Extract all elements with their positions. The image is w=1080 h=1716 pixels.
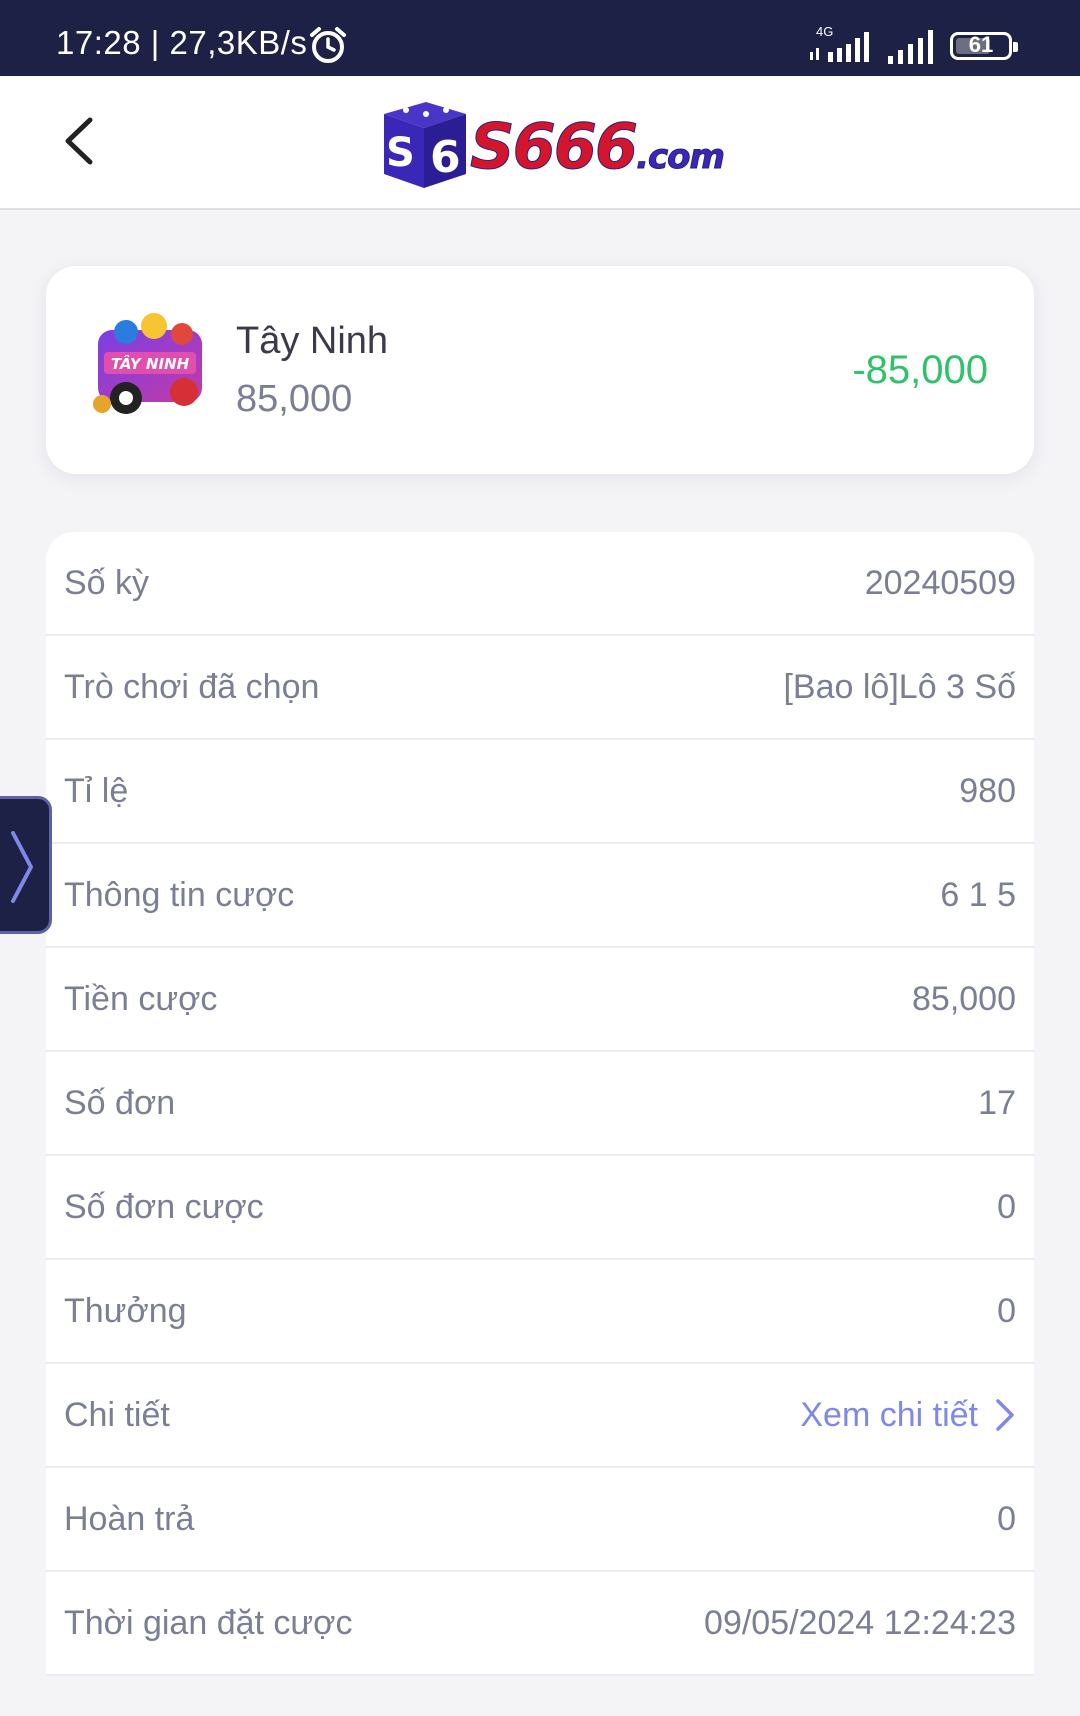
- game-summary-card: TÂY NINH Tây Ninh 85,000 -85,000: [46, 266, 1034, 474]
- bet-details-list: Số kỳ 20240509 Trò chơi đã chọn [Bao lô]…: [46, 532, 1034, 1676]
- signal-4g-icon: 4G: [810, 24, 869, 62]
- logo-text-suffix: .com: [636, 137, 726, 178]
- network-label: 4G: [816, 24, 833, 39]
- detail-value: 0: [997, 1187, 1016, 1226]
- detail-label: Thưởng: [64, 1291, 187, 1330]
- chevron-right-icon[interactable]: [7, 827, 37, 907]
- logo-text: S666.com: [469, 110, 726, 184]
- signal-icon: [888, 30, 933, 64]
- detail-label: Số đơn: [64, 1083, 176, 1122]
- battery-icon: 61: [950, 32, 1018, 60]
- detail-value: 17: [978, 1083, 1016, 1122]
- detail-row-reward: Thưởng 0: [46, 1260, 1034, 1364]
- logo-text-prefix: S666: [469, 110, 638, 184]
- detail-value: 85,000: [912, 979, 1016, 1018]
- detail-label: Hoàn trả: [64, 1499, 195, 1538]
- detail-value: 09/05/2024 12:24:23: [704, 1603, 1016, 1642]
- dice-logo-icon: S 6: [384, 102, 466, 188]
- game-result: -85,000: [852, 348, 988, 392]
- detail-value: 6 1 5: [940, 875, 1016, 914]
- detail-value: [Bao lô]Lô 3 Số: [783, 667, 1016, 706]
- view-details-link[interactable]: Xem chi tiết: [800, 1396, 1016, 1435]
- detail-row-odds: Tỉ lệ 980: [46, 740, 1034, 844]
- detail-row-bet-info: Thông tin cược 6 1 5: [46, 844, 1034, 948]
- detail-label: Thông tin cược: [64, 875, 295, 914]
- chevron-right-icon[interactable]: [994, 1397, 1016, 1433]
- battery-level: 61: [968, 32, 994, 57]
- game-name: Tây Ninh: [236, 320, 389, 362]
- game-icon-text: TÂY NINH: [111, 354, 190, 373]
- detail-row-period: Số kỳ 20240509: [46, 532, 1034, 636]
- detail-value: 0: [997, 1499, 1016, 1538]
- detail-label: Trò chơi đã chọn: [64, 667, 320, 706]
- detail-row-order-count: Số đơn 17: [46, 1052, 1034, 1156]
- detail-row-details[interactable]: Chi tiết Xem chi tiết: [46, 1364, 1034, 1468]
- detail-label: Tỉ lệ: [64, 771, 129, 810]
- detail-label: Số đơn cược: [64, 1187, 264, 1226]
- s666-logo: S 6 S666.com: [374, 100, 725, 192]
- view-details-label[interactable]: Xem chi tiết: [800, 1396, 978, 1435]
- detail-row-bet-time: Thời gian đặt cược 09/05/2024 12:24:23: [46, 1572, 1034, 1676]
- detail-row-bet-order-count: Số đơn cược 0: [46, 1156, 1034, 1260]
- detail-label: Chi tiết: [64, 1395, 170, 1434]
- svg-text:S: S: [386, 130, 415, 176]
- detail-value: 0: [997, 1291, 1016, 1330]
- alarm-icon: [310, 27, 346, 63]
- detail-row-refund: Hoàn trả 0: [46, 1468, 1034, 1572]
- status-time-speed: 17:28 | 27,3KB/s: [56, 24, 308, 61]
- detail-label: Thời gian đặt cược: [64, 1603, 353, 1642]
- app-header: S 6 S666.com: [0, 76, 1080, 210]
- detail-label: Số kỳ: [64, 563, 150, 602]
- detail-value: 20240509: [864, 563, 1016, 602]
- detail-label: Tiền cược: [64, 979, 218, 1018]
- side-drawer-toggle[interactable]: [0, 796, 52, 934]
- tay-ninh-game-icon: TÂY NINH: [93, 313, 202, 414]
- logo-badge: 6: [430, 132, 461, 183]
- detail-row-game-selected: Trò chơi đã chọn [Bao lô]Lô 3 Số: [46, 636, 1034, 740]
- detail-row-bet-amount: Tiền cược 85,000: [46, 948, 1034, 1052]
- detail-value: 980: [959, 771, 1016, 810]
- game-stake: 85,000: [236, 378, 353, 420]
- status-bar: 17:28 | 27,3KB/s 4G 61: [0, 0, 1080, 76]
- back-button[interactable]: [50, 106, 110, 176]
